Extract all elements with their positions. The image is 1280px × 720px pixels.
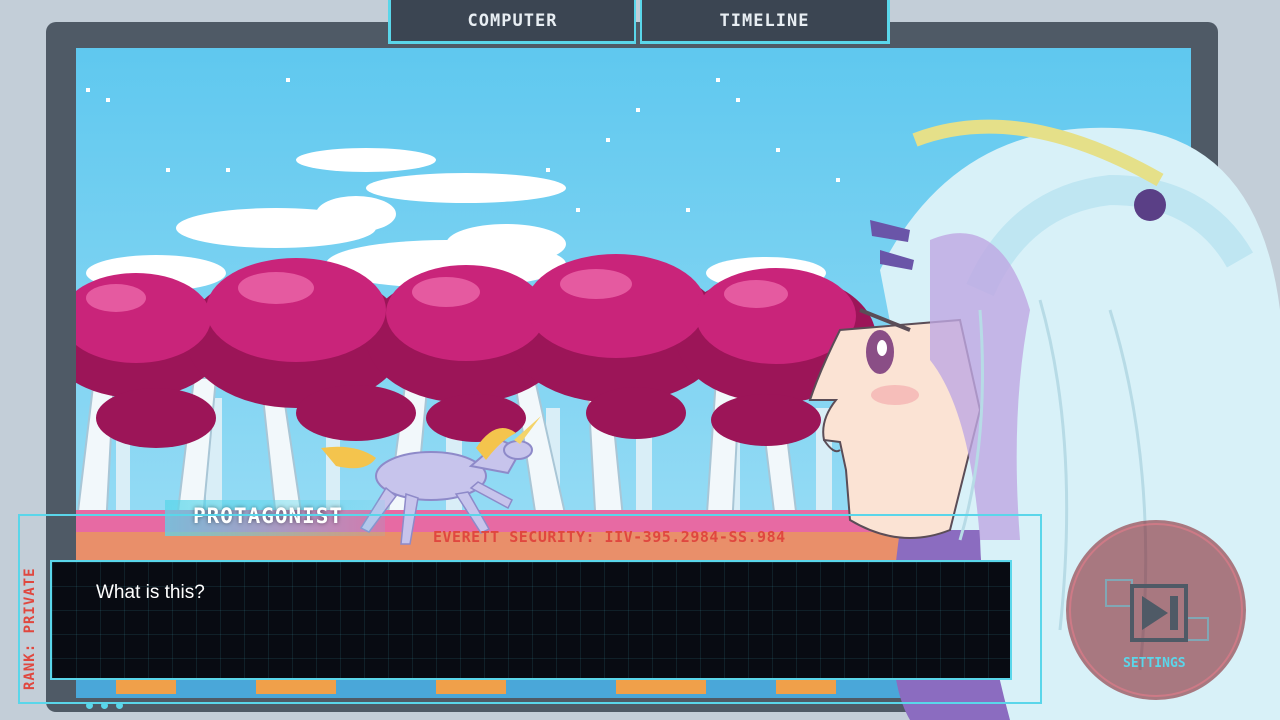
tab-computer-label: COMPUTER [467, 10, 558, 31]
tab-timeline[interactable]: TIMELINE [640, 0, 890, 44]
dialogue-text: What is this? [96, 582, 205, 603]
settings-label: SETTINGS [1123, 656, 1186, 671]
skip-icon [1069, 523, 1243, 697]
tab-computer[interactable]: COMPUTER [388, 0, 636, 44]
rank-label: RANK: PRIVATE [22, 567, 38, 690]
tab-timeline-label: TIMELINE [719, 10, 810, 31]
hud-indicator-dot [86, 702, 93, 709]
settings-button[interactable] [1066, 520, 1246, 700]
hud-indicator-dot [116, 702, 123, 709]
hud-indicator-dot [101, 702, 108, 709]
dialogue-box[interactable] [50, 560, 1012, 680]
